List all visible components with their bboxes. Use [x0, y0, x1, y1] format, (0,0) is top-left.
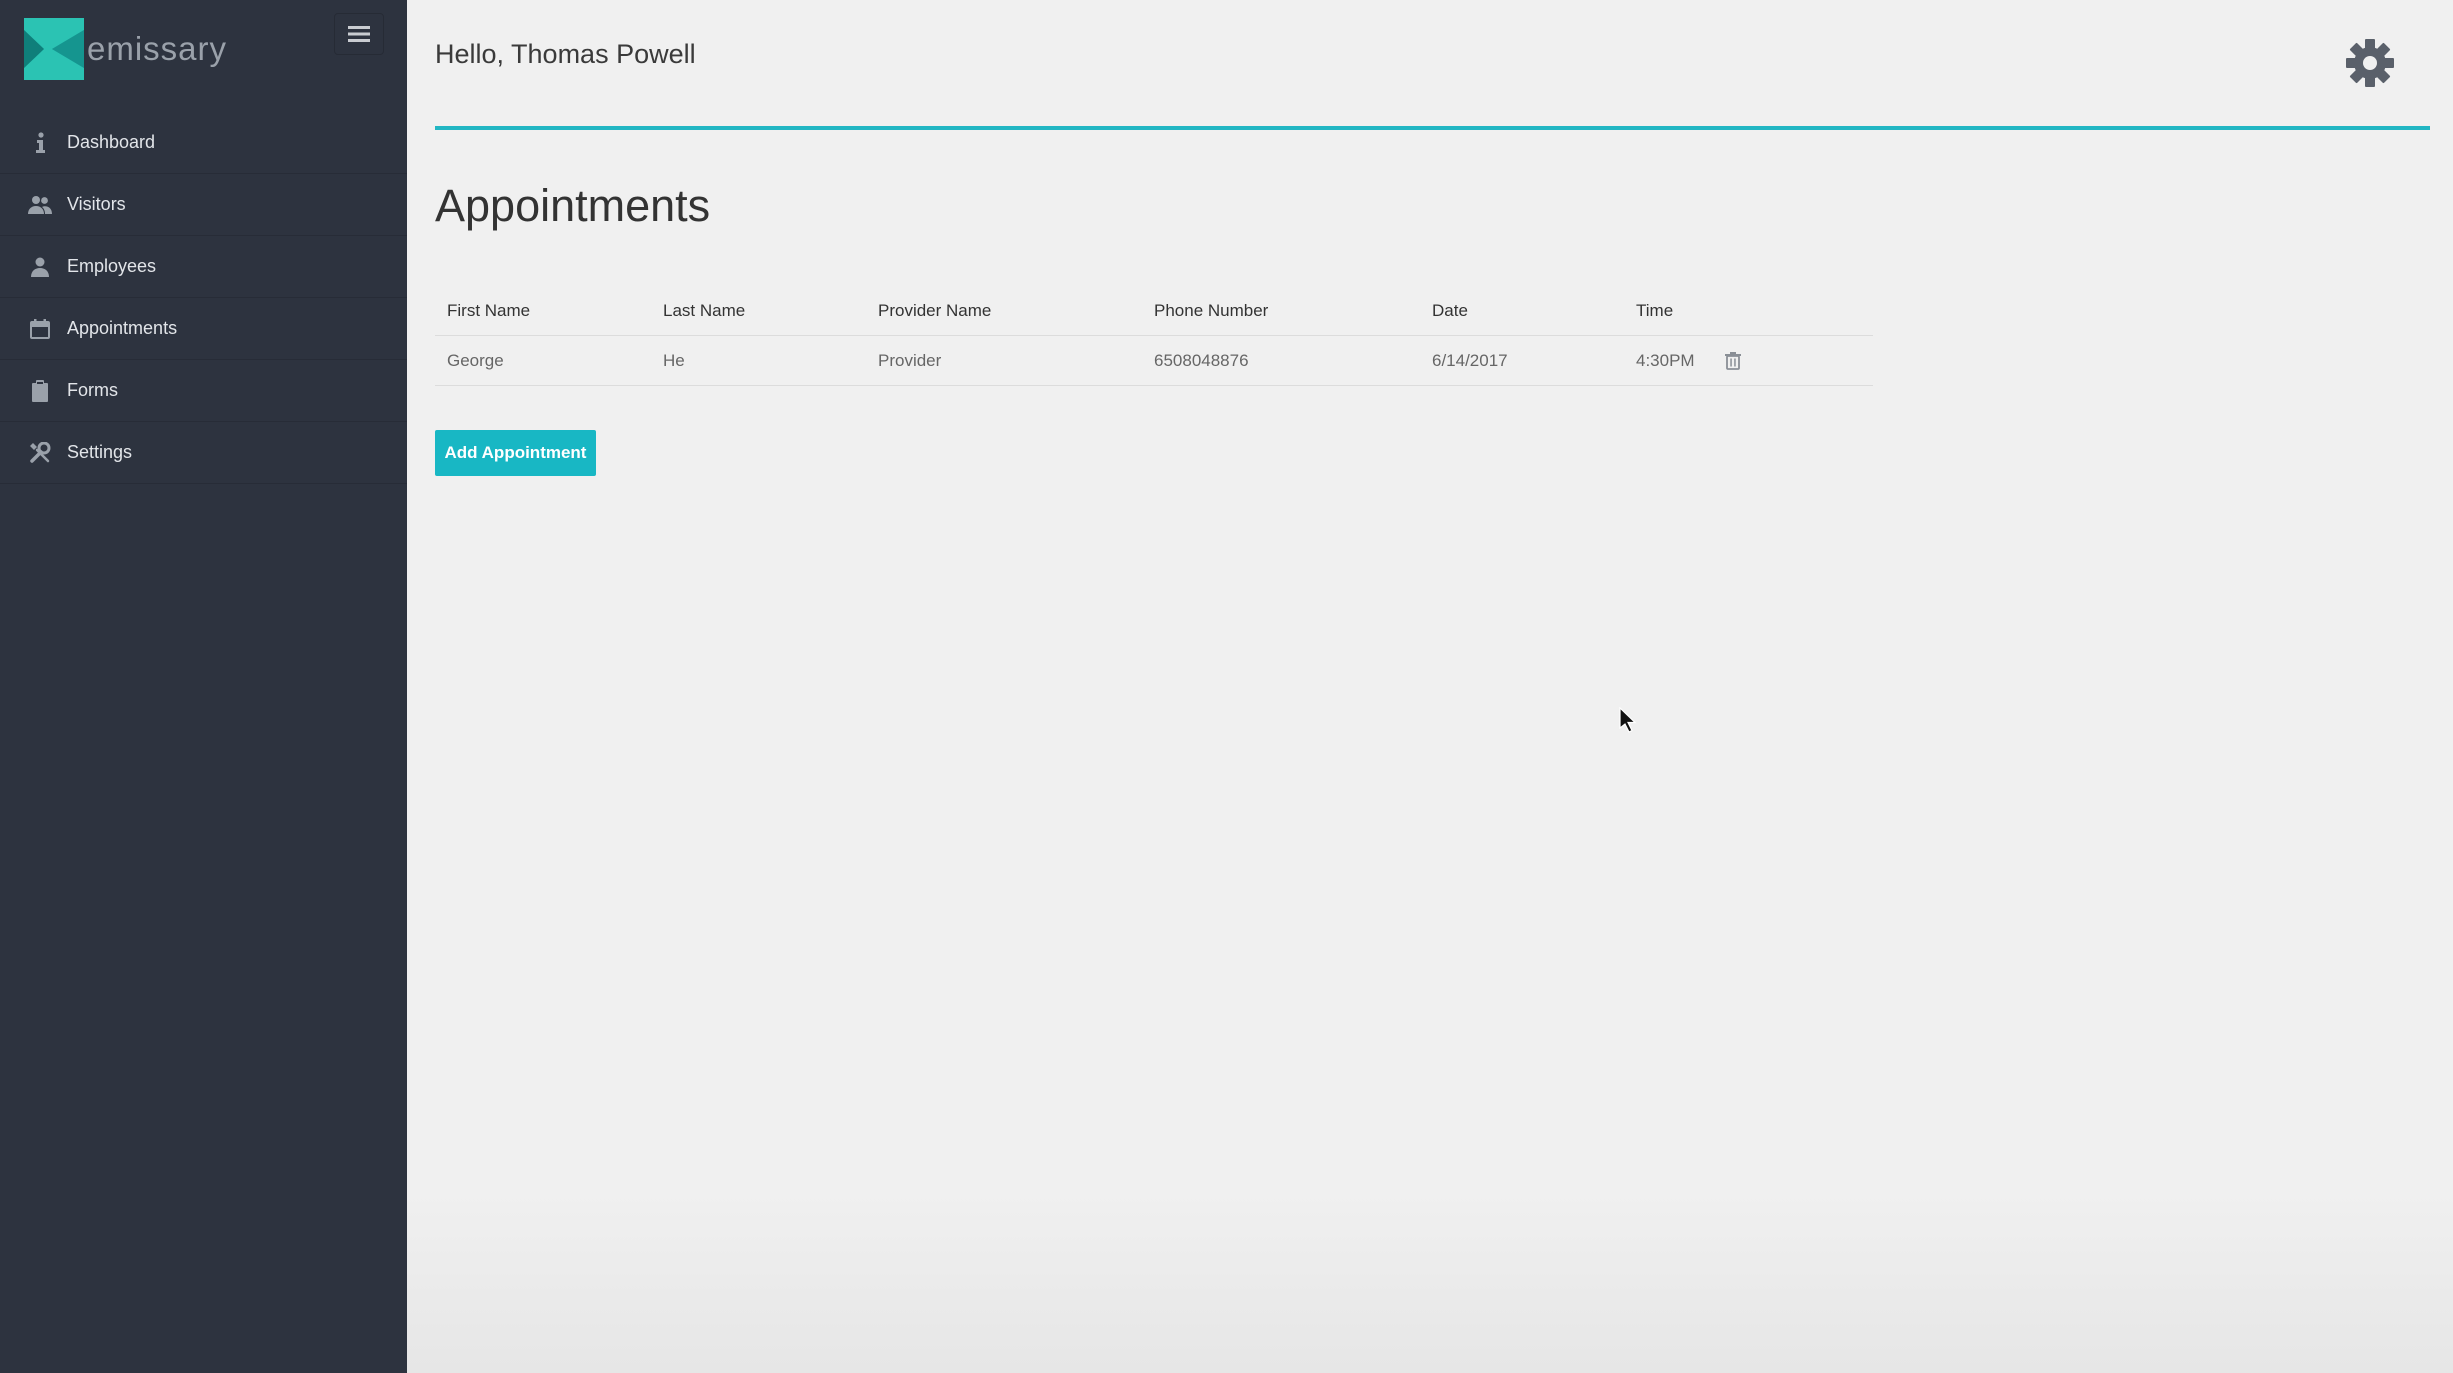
cell-date: 6/14/2017: [1432, 351, 1508, 370]
cell-last-name: He: [663, 351, 685, 370]
info-icon: [28, 131, 52, 155]
hamburger-icon: [348, 26, 370, 42]
sidebar-item-visitors[interactable]: Visitors: [0, 174, 407, 236]
appointments-table: First Name Last Name Provider Name Phone…: [435, 286, 1873, 386]
user-icon: [28, 255, 52, 279]
sidebar-item-label: Employees: [67, 256, 157, 276]
sidebar-nav: Dashboard Visitors Employees Appointment…: [0, 112, 407, 484]
column-header-last-name[interactable]: Last Name: [663, 286, 745, 336]
calendar-icon: [28, 317, 52, 341]
sidebar-item-forms[interactable]: Forms: [0, 360, 407, 422]
menu-toggle-button[interactable]: [334, 13, 384, 55]
sidebar-item-settings[interactable]: Settings: [0, 422, 407, 484]
emissary-logo[interactable]: emissary: [24, 18, 244, 80]
sidebar-item-appointments[interactable]: Appointments: [0, 298, 407, 360]
sidebar-item-dashboard[interactable]: Dashboard: [0, 112, 407, 174]
column-header-phone-number[interactable]: Phone Number: [1154, 286, 1268, 336]
sidebar-item-label: Visitors: [67, 194, 126, 214]
header-divider: [435, 126, 2430, 130]
users-icon: [28, 193, 52, 217]
cell-provider-name: Provider: [878, 351, 942, 370]
sidebar-item-label: Appointments: [67, 318, 178, 338]
trash-icon[interactable]: [1723, 351, 1743, 371]
emissary-logo-mark-icon: [24, 18, 84, 80]
mouse-cursor-icon: [1619, 707, 1637, 733]
cell-first-name: George: [447, 351, 504, 370]
column-header-time[interactable]: Time: [1636, 286, 1673, 336]
sidebar-item-label: Settings: [67, 442, 133, 462]
sidebar-item-employees[interactable]: Employees: [0, 236, 407, 298]
column-header-provider-name[interactable]: Provider Name: [878, 286, 991, 336]
sidebar-item-label: Forms: [67, 380, 118, 400]
table-row[interactable]: George He Provider 6508048876 6/14/2017 …: [435, 336, 1873, 386]
cell-phone-number: 6508048876: [1154, 351, 1249, 370]
gear-icon[interactable]: [2345, 38, 2395, 88]
sidebar: emissary Dashboard Visitors Employees Ap…: [0, 0, 407, 1373]
cell-time: 4:30PM: [1636, 351, 1695, 370]
column-header-date[interactable]: Date: [1432, 286, 1468, 336]
logo-text: emissary: [87, 30, 228, 67]
table-header-row: First Name Last Name Provider Name Phone…: [435, 286, 1873, 336]
add-appointment-button[interactable]: Add Appointment: [435, 430, 596, 476]
column-header-first-name[interactable]: First Name: [447, 286, 530, 336]
clipboard-icon: [28, 379, 52, 403]
sidebar-item-label: Dashboard: [67, 132, 156, 152]
page-title: Appointments: [435, 180, 711, 231]
user-greeting: Hello, Thomas Powell: [435, 39, 696, 69]
wrench-icon: [28, 441, 52, 465]
bottom-shading: [407, 1190, 2453, 1373]
